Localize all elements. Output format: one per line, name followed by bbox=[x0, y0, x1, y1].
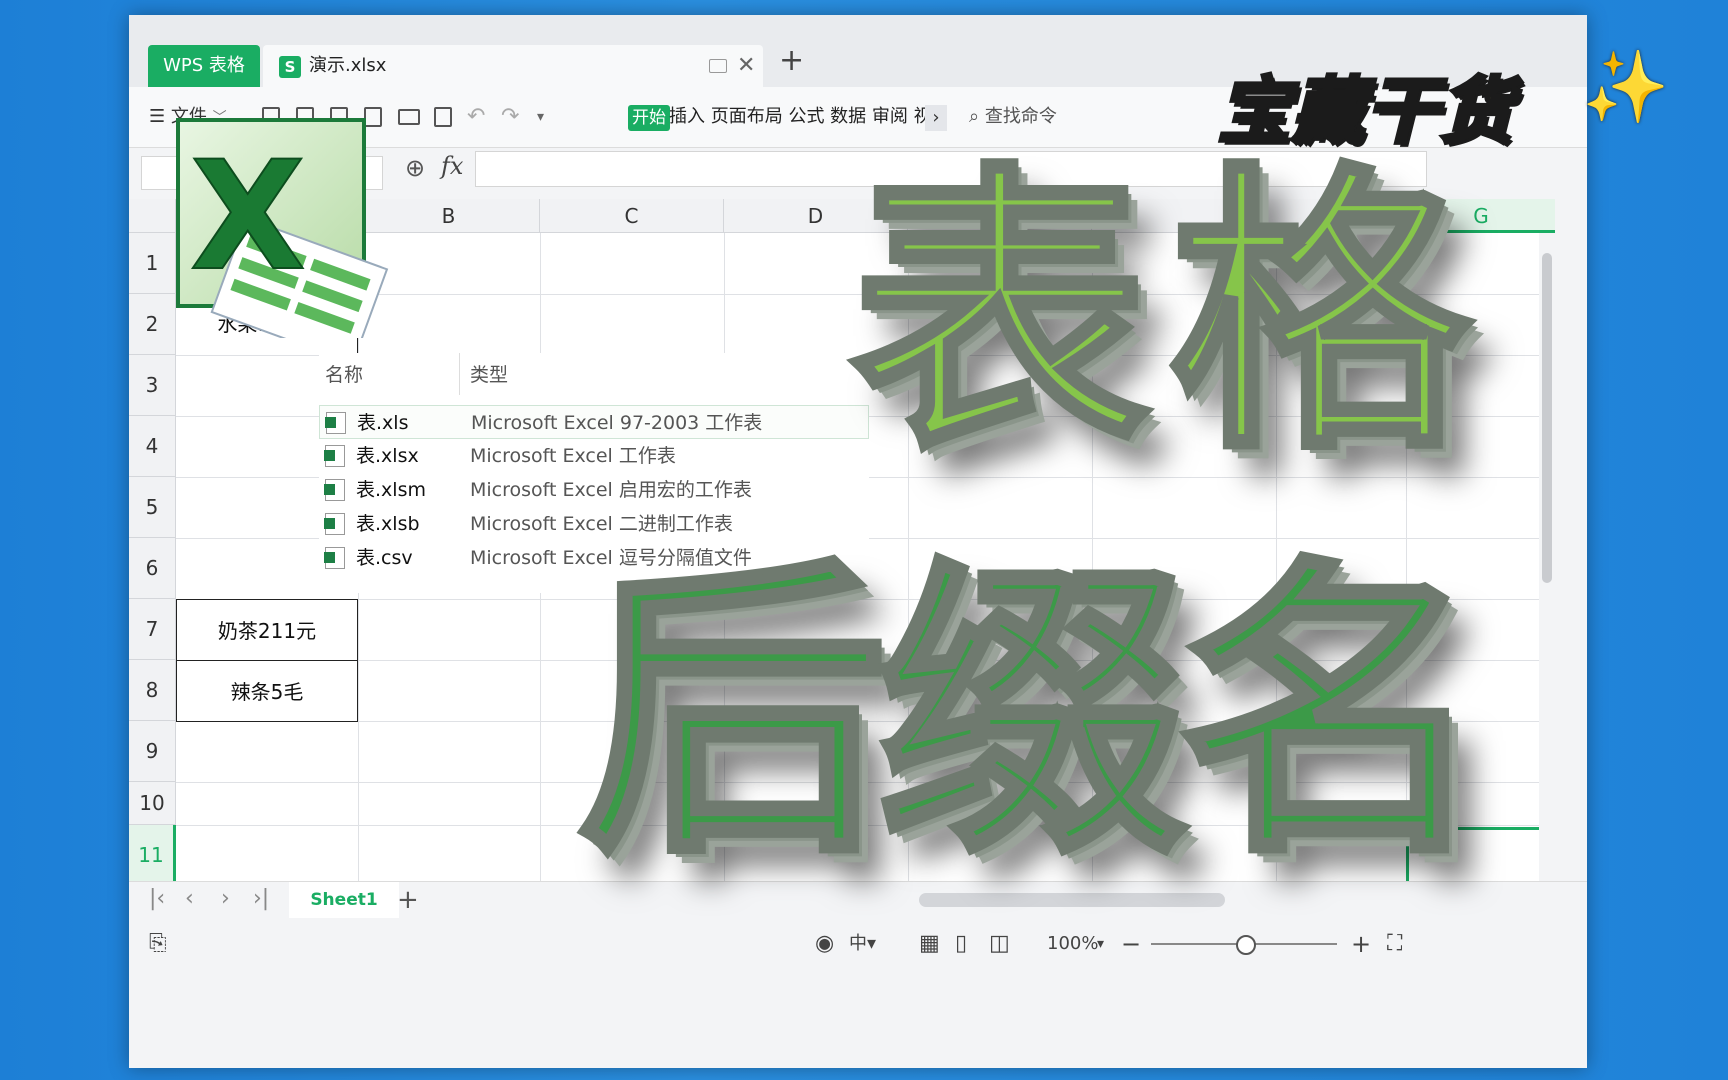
header-divider bbox=[459, 353, 460, 395]
command-search[interactable]: ⌕ 查找命令 bbox=[969, 87, 1057, 147]
app-tab-wps[interactable]: WPS 表格 bbox=[148, 45, 260, 87]
file-name: 表.csv bbox=[356, 547, 413, 569]
file-row[interactable]: 表.xlsm Microsoft Excel 启用宏的工作表 bbox=[319, 473, 869, 507]
excel-macro-file-icon bbox=[324, 479, 345, 501]
file-name: 表.xls bbox=[357, 412, 409, 434]
sheet-tab[interactable]: Sheet1 bbox=[289, 882, 399, 918]
file-row[interactable]: 表.xls Microsoft Excel 97-2003 工作表 bbox=[319, 405, 869, 439]
prev-sheet-icon[interactable]: ‹ bbox=[185, 886, 194, 911]
undo-icon[interactable]: ↶ bbox=[467, 87, 485, 147]
cell-a8[interactable]: 辣条5毛 bbox=[176, 660, 358, 722]
file-row[interactable]: 表.xlsx Microsoft Excel 工作表 bbox=[319, 439, 869, 473]
sparkle-icon: ✨ bbox=[1582, 46, 1670, 128]
close-icon[interactable]: ✕ bbox=[737, 45, 755, 87]
last-sheet-icon[interactable]: ›| bbox=[253, 886, 269, 911]
headline-word-2: 后缀名 bbox=[575, 534, 1491, 895]
row-header[interactable]: 6 bbox=[129, 538, 176, 599]
normal-view-icon[interactable]: ▦ bbox=[919, 920, 940, 968]
zoom-level[interactable]: 100% bbox=[1047, 920, 1098, 968]
excel-logo: X bbox=[176, 118, 389, 338]
svg-text:X: X bbox=[190, 130, 306, 304]
csv-file-icon bbox=[324, 547, 345, 569]
print-preview-icon[interactable] bbox=[434, 107, 452, 127]
zoom-icon[interactable]: ⊕ bbox=[405, 154, 425, 182]
page-layout-view-icon[interactable]: ▯ bbox=[955, 920, 967, 968]
file-name: 表.xlsb bbox=[356, 513, 420, 535]
ribbon-more-button[interactable]: › bbox=[925, 105, 947, 131]
hamburger-icon: ☰ bbox=[149, 106, 166, 127]
macro-record-icon[interactable]: ⎘ bbox=[149, 920, 167, 968]
fx-icon[interactable]: fx bbox=[441, 152, 463, 180]
input-method-icon[interactable]: 中▾ bbox=[849, 920, 876, 968]
row-header-selected[interactable]: 11 bbox=[129, 825, 176, 881]
vertical-scroll-thumb[interactable] bbox=[1542, 253, 1552, 583]
monitor-icon[interactable] bbox=[709, 59, 727, 73]
file-type: Microsoft Excel 97-2003 工作表 bbox=[471, 412, 763, 434]
row-header[interactable]: 9 bbox=[129, 721, 176, 782]
vertical-scrollbar[interactable] bbox=[1539, 233, 1555, 881]
spreadsheet-icon: S bbox=[279, 56, 301, 78]
file-type: Microsoft Excel 工作表 bbox=[470, 445, 676, 467]
document-tab[interactable]: S 演示.xlsx ✕ bbox=[263, 45, 763, 87]
zoom-slider-knob[interactable] bbox=[1236, 935, 1256, 955]
page-break-view-icon[interactable]: ◫ bbox=[989, 920, 1010, 968]
zoom-dropdown-icon[interactable]: ▾ bbox=[1097, 920, 1104, 968]
row-header[interactable]: 7 bbox=[129, 599, 176, 660]
row-header[interactable]: 3 bbox=[129, 355, 176, 416]
search-icon: ⌕ bbox=[969, 106, 980, 127]
row-header[interactable]: 5 bbox=[129, 477, 176, 538]
column-type-header: 类型 bbox=[470, 364, 509, 386]
row-header[interactable]: 4 bbox=[129, 416, 176, 477]
headline-word-1: 表格 bbox=[847, 140, 1490, 489]
command-search-label: 查找命令 bbox=[984, 106, 1057, 127]
tab-start[interactable]: 开始 bbox=[628, 105, 670, 131]
column-name-header: 名称 bbox=[325, 364, 364, 386]
status-bar: ⎘ ◉ 中▾ ▦ ▯ ◫ 100% ▾ − + ⛶ bbox=[129, 920, 1587, 968]
first-sheet-icon[interactable]: |‹ bbox=[149, 886, 165, 911]
customize-chevron-icon[interactable]: ▾ bbox=[537, 87, 544, 147]
cell-a7[interactable]: 奶茶211元 bbox=[176, 599, 358, 661]
eye-protection-icon[interactable]: ◉ bbox=[815, 920, 834, 968]
select-all-corner[interactable] bbox=[129, 199, 176, 233]
horizontal-scroll-thumb[interactable] bbox=[919, 893, 1225, 907]
new-tab-button[interactable]: + bbox=[779, 43, 804, 78]
excel-file-icon bbox=[324, 445, 345, 467]
zoom-in-icon[interactable]: + bbox=[1351, 920, 1371, 968]
row-header[interactable]: 2 bbox=[129, 294, 176, 355]
banner-title: 宝藏干货 bbox=[1216, 67, 1515, 155]
row-header[interactable]: 10 bbox=[129, 782, 176, 825]
add-sheet-button[interactable]: + bbox=[397, 882, 419, 918]
file-type: Microsoft Excel 启用宏的工作表 bbox=[470, 479, 752, 501]
row-header[interactable]: 8 bbox=[129, 660, 176, 721]
excel-file-icon bbox=[325, 412, 346, 434]
zoom-out-icon[interactable]: − bbox=[1121, 920, 1141, 968]
row-header[interactable]: 1 bbox=[129, 233, 176, 294]
fullscreen-icon[interactable]: ⛶ bbox=[1387, 920, 1402, 968]
column-header-c[interactable]: C bbox=[540, 199, 724, 233]
file-name: 表.xlsm bbox=[356, 479, 426, 501]
ribbon-tabs[interactable]: 插入 页面布局 公式 数据 审阅 视 bbox=[669, 87, 932, 147]
document-title: 演示.xlsx bbox=[309, 55, 387, 76]
redo-icon[interactable]: ↷ bbox=[501, 87, 519, 147]
file-name: 表.xlsx bbox=[356, 445, 419, 467]
excel-binary-file-icon bbox=[324, 513, 345, 535]
next-sheet-icon[interactable]: › bbox=[221, 886, 230, 911]
